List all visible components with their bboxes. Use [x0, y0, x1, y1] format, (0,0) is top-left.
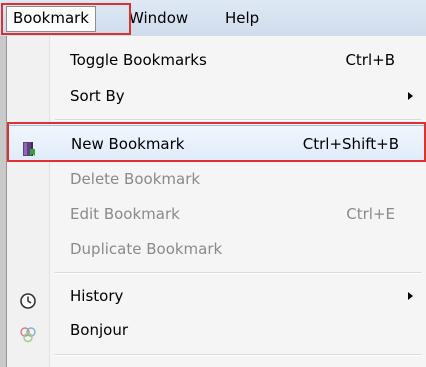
menu-item-new-bookmark[interactable]: New Bookmark Ctrl+Shift+B: [7, 125, 426, 161]
submenu-arrow-icon: [408, 92, 413, 100]
menu-item-label: Edit Bookmark: [70, 205, 180, 223]
submenu-arrow-icon: [408, 292, 413, 300]
menu-item-label: Sort By: [70, 87, 125, 105]
menu-separator: [55, 119, 421, 121]
menu-item-delete-bookmark[interactable]: Delete Bookmark: [7, 161, 426, 197]
menu-item-label: New Bookmark: [71, 135, 185, 153]
menu-item-history[interactable]: History: [7, 278, 426, 314]
menu-item-label: Toggle Bookmarks: [70, 51, 207, 69]
menu-item-label: Duplicate Bookmark: [70, 240, 223, 258]
menu-item-shortcut: Ctrl+E: [346, 205, 395, 223]
menubar-help-label: Help: [225, 9, 260, 27]
menu-item-edit-bookmark[interactable]: Edit Bookmark Ctrl+E: [7, 196, 426, 232]
menubar-window-label: Window: [129, 9, 189, 27]
menubar-bookmark-label: Bookmark: [13, 9, 89, 27]
menu-item-bonjour[interactable]: Bonjour: [7, 312, 426, 348]
menu-item-shortcut: Ctrl+B: [345, 51, 395, 69]
menu-item-toggle-bookmarks[interactable]: Toggle Bookmarks Ctrl+B: [7, 42, 426, 78]
menubar-bookmark[interactable]: Bookmark: [6, 6, 96, 32]
menu-item-label: History: [70, 287, 124, 305]
menu-item-label: Delete Bookmark: [70, 170, 201, 188]
menu-item-sort-by[interactable]: Sort By: [7, 78, 426, 114]
bookmark-book-icon: [20, 135, 38, 156]
menubar-help[interactable]: Help: [219, 6, 265, 30]
clock-icon: [19, 287, 37, 309]
menu-item-duplicate-bookmark[interactable]: Duplicate Bookmark: [7, 231, 426, 267]
bookmark-dropdown-menu: Toggle Bookmarks Ctrl+B Sort By New Book…: [6, 36, 426, 367]
menu-item-label: Bonjour: [70, 321, 128, 339]
menu-separator: [55, 354, 421, 356]
menu-separator: [55, 272, 421, 274]
bonjour-icon: [19, 321, 37, 343]
menubar-window[interactable]: Window: [123, 6, 194, 30]
menu-item-shortcut: Ctrl+Shift+B: [302, 135, 399, 153]
menu-bar: Bookmark Window Help: [0, 0, 426, 36]
